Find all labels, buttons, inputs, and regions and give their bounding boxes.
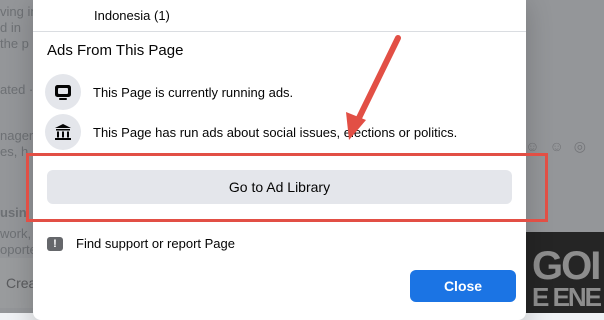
ads-running-text: This Page is currently running ads. — [93, 84, 294, 100]
go-to-ad-library-button[interactable]: Go to Ad Library — [47, 170, 512, 204]
find-support-link[interactable]: ! Find support or report Page — [47, 236, 235, 251]
page-transparency-dialog: Indonesia (1) Ads From This Page This Pa… — [33, 0, 526, 320]
country-list-item: Indonesia (1) — [94, 8, 170, 23]
institution-icon — [45, 114, 81, 150]
political-ads-text: This Page has run ads about social issue… — [93, 124, 458, 140]
find-support-text: Find support or report Page — [76, 236, 235, 251]
political-ads-row: This Page has run ads about social issue… — [45, 114, 457, 150]
ads-running-row: This Page is currently running ads. — [45, 74, 293, 110]
exclamation-icon: ! — [47, 236, 63, 251]
close-button[interactable]: Close — [410, 270, 516, 302]
ads-section-title: Ads From This Page — [47, 42, 184, 59]
section-divider — [33, 31, 526, 32]
monitor-icon — [45, 74, 81, 110]
section-divider — [33, 221, 526, 222]
